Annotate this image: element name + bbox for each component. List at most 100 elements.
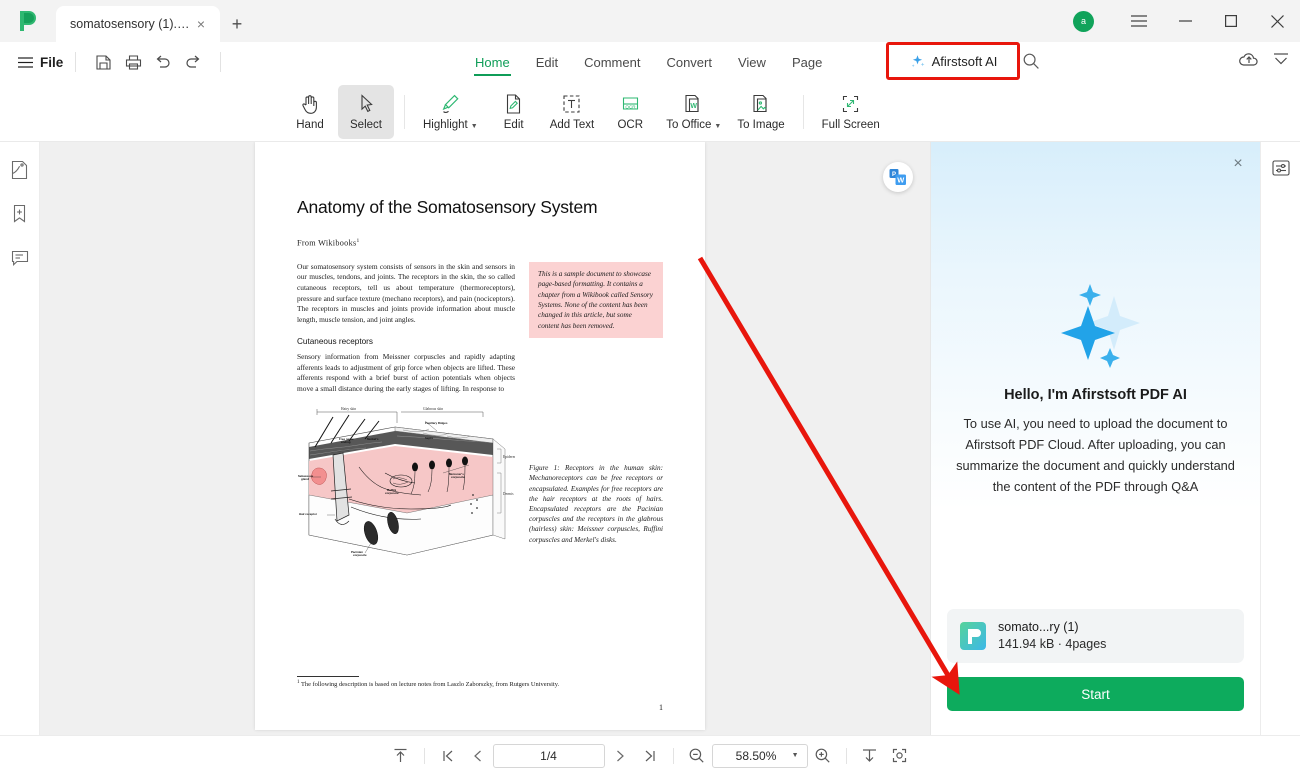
left-sidebar xyxy=(0,142,40,735)
tool-hand[interactable]: Hand xyxy=(282,85,338,139)
afirstsoft-ai-button[interactable]: Afirstsoft AI xyxy=(886,42,1020,80)
close-icon[interactable]: × xyxy=(192,15,210,33)
tool-label: To Image xyxy=(737,119,785,131)
status-bar: 1/4 58.50% ▼ xyxy=(0,735,1300,775)
tool-ocr[interactable]: OCR OCR xyxy=(602,85,658,139)
file-info: somato...ry (1) 141.94 kB · 4pages xyxy=(998,619,1106,653)
svg-text:Hair receptor: Hair receptor xyxy=(299,512,318,516)
file-name: somato...ry (1) xyxy=(998,620,1079,634)
search-icon[interactable] xyxy=(1022,52,1040,70)
next-page-icon[interactable] xyxy=(605,742,635,770)
svg-text:P: P xyxy=(892,172,896,178)
body-paragraph-2: Sensory information from Meissner corpus… xyxy=(297,352,515,394)
close-icon[interactable]: × xyxy=(1228,154,1248,174)
chevron-down-icon: ▼ xyxy=(470,123,478,130)
tool-to-office[interactable]: W To Office ▼ xyxy=(658,85,729,139)
properties-panel-icon[interactable] xyxy=(1269,156,1293,180)
tool-to-image[interactable]: To Image xyxy=(729,85,792,139)
pdf-file-icon xyxy=(960,622,986,650)
to-word-icon[interactable]: P W xyxy=(883,162,913,192)
page-number-input[interactable]: 1/4 xyxy=(492,743,605,768)
chevron-down-icon: ▼ xyxy=(791,752,799,759)
start-button[interactable]: Start xyxy=(947,677,1244,711)
collapse-ribbon-icon[interactable] xyxy=(1270,50,1292,72)
cloud-upload-icon[interactable] xyxy=(1238,50,1260,72)
skin-anatomy-figure: Hairy skin Glabrous skin Epiderm Dermis … xyxy=(297,403,518,580)
file-menu-button[interactable]: File xyxy=(18,55,63,70)
divider xyxy=(802,94,804,129)
zoom-in-icon[interactable] xyxy=(808,742,838,770)
ai-hero: Hello, I'm Afirstsoft PDF AI To use AI, … xyxy=(931,282,1260,497)
minimize-icon[interactable] xyxy=(1162,0,1208,42)
previous-page-icon[interactable] xyxy=(463,742,493,770)
page-title: Anatomy of the Somatosensory System xyxy=(297,197,598,217)
undo-icon[interactable] xyxy=(148,47,178,77)
save-as-icon[interactable] xyxy=(88,47,118,77)
divider xyxy=(404,94,405,129)
afirstsoft-pdf-window: somatosensory (1).pdf × + a File Home Ed… xyxy=(0,0,1300,775)
avatar[interactable]: a xyxy=(1073,10,1094,32)
section-heading: Cutaneous receptors xyxy=(297,337,374,347)
main-toolbar: Hand Select Highlight ▼ Edit Add Text OC… xyxy=(0,82,1300,142)
footnote-text: The following description is based on le… xyxy=(300,681,560,688)
tab-comment[interactable]: Comment xyxy=(571,42,653,82)
svg-text:gland: gland xyxy=(301,477,309,481)
tab-page[interactable]: Page xyxy=(779,42,835,82)
svg-text:ending: ending xyxy=(341,440,351,444)
print-icon[interactable] xyxy=(118,47,148,77)
page-number: 1 xyxy=(659,703,663,712)
comment-list-icon[interactable] xyxy=(8,246,32,270)
hamburger-menu-icon[interactable] xyxy=(1116,0,1162,42)
ai-sparkle-icon xyxy=(1060,284,1140,368)
hand-icon xyxy=(300,92,320,116)
maximize-icon[interactable] xyxy=(1208,0,1254,42)
zoom-level-select[interactable]: 58.50% ▼ xyxy=(711,743,808,768)
fit-page-icon[interactable] xyxy=(885,742,915,770)
chevron-down-icon: ▼ xyxy=(714,123,722,130)
app-logo xyxy=(0,0,56,42)
tool-edit[interactable]: Edit xyxy=(486,85,542,139)
window-close-icon[interactable] xyxy=(1254,0,1300,42)
sample-note-callout: This is a sample document to showcase pa… xyxy=(529,261,663,339)
thumbnail-icon[interactable] xyxy=(8,158,32,182)
footnote: 1 The following description is based on … xyxy=(297,675,663,688)
redo-icon[interactable] xyxy=(178,47,208,77)
full-screen-icon xyxy=(840,92,861,116)
svg-text:W: W xyxy=(691,103,698,110)
zoom-out-icon[interactable] xyxy=(682,742,712,770)
tool-highlight[interactable]: Highlight ▼ xyxy=(415,85,486,139)
svg-text:corpuscle: corpuscle xyxy=(353,553,367,557)
tab-title: somatosensory (1).pdf xyxy=(70,17,192,31)
tab-edit[interactable]: Edit xyxy=(523,42,571,82)
tool-full-screen[interactable]: Full Screen xyxy=(814,85,888,139)
tab-home[interactable]: Home xyxy=(462,42,523,82)
tab-view[interactable]: View xyxy=(725,42,779,82)
hamburger-icon xyxy=(18,56,33,68)
svg-text:W: W xyxy=(897,176,904,185)
tab-convert[interactable]: Convert xyxy=(653,42,725,82)
last-page-icon[interactable] xyxy=(635,742,665,770)
tool-select[interactable]: Select xyxy=(338,84,394,139)
tool-add-text[interactable]: Add Text xyxy=(542,85,603,139)
title-bar: somatosensory (1).pdf × + a xyxy=(0,0,1300,42)
footnote-rule xyxy=(297,675,359,677)
bookmark-add-icon[interactable] xyxy=(8,202,32,226)
to-office-icon: W xyxy=(683,92,704,116)
pdf-page-1[interactable]: Anatomy of the Somatosensory System From… xyxy=(255,142,705,730)
tool-label: OCR xyxy=(617,119,644,131)
svg-text:Hairy skin: Hairy skin xyxy=(341,407,356,411)
fit-width-icon[interactable] xyxy=(855,742,885,770)
new-tab-button[interactable]: + xyxy=(220,6,254,42)
svg-text:corpuscle: corpuscle xyxy=(385,491,399,495)
document-viewport[interactable]: Anatomy of the Somatosensory System From… xyxy=(40,142,930,735)
document-tab[interactable]: somatosensory (1).pdf × xyxy=(56,6,220,42)
divider xyxy=(845,747,847,764)
svg-text:Papillary Ridges: Papillary Ridges xyxy=(425,421,448,425)
first-page-icon[interactable] xyxy=(433,742,463,770)
svg-text:Merkel's: Merkel's xyxy=(367,437,379,441)
uploaded-file-card[interactable]: somato...ry (1) 141.94 kB · 4pages xyxy=(947,609,1244,663)
right-column: This is a sample document to showcase pa… xyxy=(529,261,663,580)
scroll-to-top-icon[interactable] xyxy=(386,742,416,770)
tool-label: Full Screen xyxy=(821,119,880,131)
tool-label: Highlight ▼ xyxy=(423,119,478,131)
